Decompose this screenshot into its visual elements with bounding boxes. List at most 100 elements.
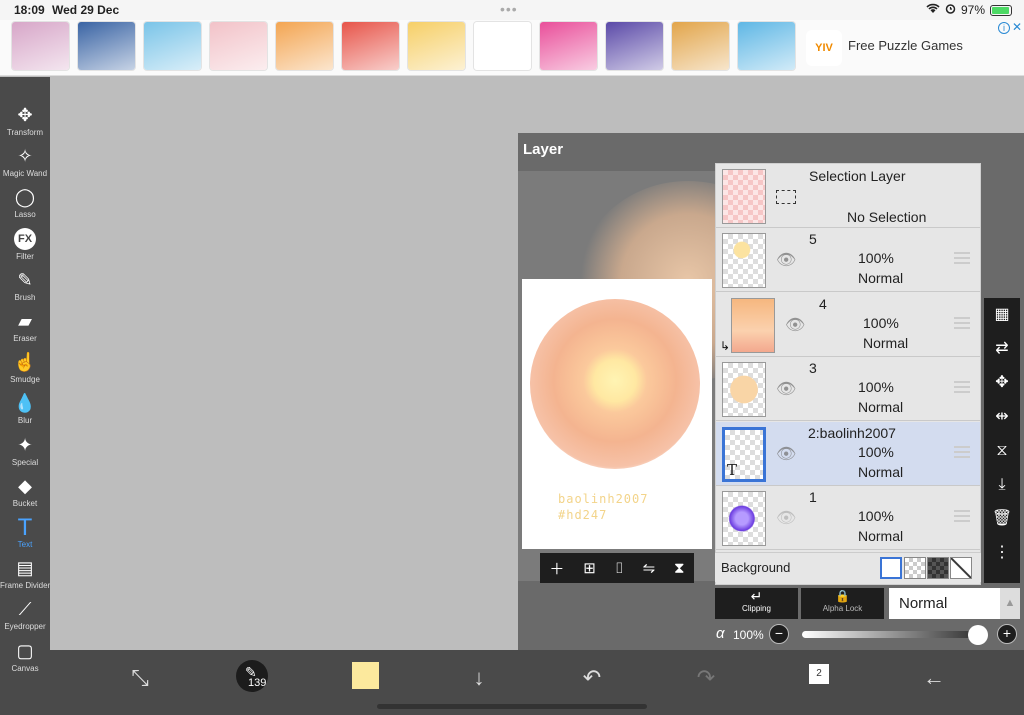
alpha-increase-button[interactable]: + <box>997 624 1017 644</box>
merge-down-icon[interactable]: ⤓ <box>984 468 1020 502</box>
layer-thumbnail <box>722 233 766 288</box>
canvas-icon: ▢ <box>16 640 34 661</box>
alpha-slider[interactable] <box>802 631 977 638</box>
layers-count-button[interactable]: 2 <box>809 664 829 684</box>
tool-smudge[interactable]: ☝ Smudge <box>0 350 50 391</box>
layer-row[interactable]: 👁 3 100% Normal <box>716 357 980 421</box>
ad-thumbnail[interactable] <box>210 22 267 70</box>
ad-thumbnail[interactable] <box>78 22 135 70</box>
layer-thumbnail <box>731 297 775 353</box>
ad-thumbnail[interactable] <box>738 22 795 70</box>
layer-thumbnail: T <box>722 426 766 482</box>
ad-thumbnail-image <box>342 22 399 70</box>
bucket-icon: ◆ <box>18 475 32 496</box>
add-layer-box-icon[interactable]: ⊞ <box>583 559 596 577</box>
ad-thumbnail[interactable] <box>474 22 531 70</box>
selection-layer-row[interactable]: Selection Layer No Selection <box>716 164 980 228</box>
visibility-eye-icon[interactable]: 👁 <box>776 444 796 464</box>
tool-eraser[interactable]: ▰ Eraser <box>0 309 50 350</box>
tool-text[interactable]: T Text <box>0 514 50 556</box>
background-dark-swatch[interactable] <box>927 557 949 579</box>
ad-thumbnail-image <box>12 22 69 70</box>
tool-lasso[interactable]: ◯ Lasso <box>0 185 50 226</box>
ad-banner[interactable]: YIV Free Puzzle Games i ✕ <box>0 20 1024 76</box>
drag-handle-icon[interactable] <box>954 252 970 264</box>
alpha-slider-knob[interactable] <box>968 625 988 645</box>
move-icon: ✥ <box>17 105 33 125</box>
layer-row[interactable]: 👁 5 100% Normal <box>716 228 980 292</box>
ad-close-icon[interactable]: ✕ <box>1012 20 1022 34</box>
tool-magic-wand[interactable]: ✧ Magic Wand <box>0 144 50 185</box>
ad-thumbnail[interactable] <box>672 22 729 70</box>
layer-transfer-icon[interactable]: ⇄ <box>984 332 1020 366</box>
add-layer-icon[interactable]: ＋ <box>549 558 564 579</box>
tool-eyedropper[interactable]: ⟋ Eyedropper <box>0 597 50 638</box>
flip-layer-icon[interactable]: ⇹ <box>984 400 1020 434</box>
layer-row[interactable]: 👁 1 100% Normal <box>716 486 980 550</box>
alpha-decrease-button[interactable]: − <box>769 624 789 644</box>
visibility-eye-icon[interactable]: 👁 <box>776 508 796 528</box>
tool-brush[interactable]: ✎ Brush <box>0 268 50 309</box>
flip-vertical-icon[interactable]: ⧖ <box>984 434 1020 468</box>
background-row[interactable]: Background <box>715 552 981 582</box>
alpha-lock-label: Alpha Lock <box>822 604 863 613</box>
camera-icon[interactable]: ⌷ <box>615 560 624 577</box>
ad-thumbnail[interactable] <box>12 22 69 70</box>
tool-special[interactable]: ✦ Special <box>0 433 50 474</box>
ad-thumbnail[interactable] <box>408 22 465 70</box>
tool-label: Brush <box>14 292 36 302</box>
multitask-dots-icon[interactable]: ••• <box>500 1 518 17</box>
ad-thumbnail-image <box>672 22 729 70</box>
clipping-button[interactable]: ↵ Clipping <box>715 588 798 619</box>
home-indicator[interactable] <box>377 704 647 709</box>
ad-thumbnail[interactable] <box>276 22 333 70</box>
download-arrow-icon[interactable]: ↓ <box>461 660 497 696</box>
visibility-eye-icon[interactable]: 👁 <box>776 250 796 270</box>
ad-thumbnail[interactable] <box>144 22 201 70</box>
preview-artwork <box>530 299 700 469</box>
background-checker-swatch[interactable] <box>904 557 926 579</box>
merge-down-icon[interactable]: ⧗ <box>674 560 685 577</box>
color-swatch[interactable] <box>352 662 379 689</box>
drag-handle-icon[interactable] <box>954 510 970 522</box>
visibility-eye-icon[interactable]: 👁 <box>785 315 805 335</box>
ad-thumbnail-image <box>78 22 135 70</box>
tool-frame-divider[interactable]: ▤ Frame Divider <box>0 556 50 597</box>
redo-icon[interactable]: ↷ <box>688 660 724 696</box>
ad-brand-logo[interactable]: YIV <box>806 30 842 66</box>
selection-layer-thumbnail <box>722 169 766 224</box>
ad-thumbnail[interactable] <box>606 22 663 70</box>
transform-tool-icon[interactable]: ⤡ <box>122 660 158 696</box>
layer-row[interactable]: ↳ 👁 4 100% Normal <box>716 293 980 357</box>
undo-icon[interactable]: ↶ <box>574 660 610 696</box>
ad-title[interactable]: Free Puzzle Games <box>848 38 963 53</box>
tool-blur[interactable]: 💧 Blur <box>0 391 50 432</box>
ad-thumbnail[interactable] <box>342 22 399 70</box>
layer-row[interactable]: T 👁 2:baolinh2007 100% Normal <box>716 421 980 486</box>
checkerboard-icon[interactable]: ▦ <box>984 298 1020 332</box>
layer-list: Selection Layer No Selection 👁 5 100% Norma… <box>715 163 981 585</box>
move-layer-icon[interactable]: ✥ <box>984 366 1020 400</box>
tool-label: Eraser <box>13 334 37 343</box>
delete-layer-icon[interactable]: 🗑 <box>984 502 1020 536</box>
background-white-swatch[interactable] <box>880 557 902 579</box>
preview-signature: baolinh2007 #hd247 <box>558 491 648 523</box>
drag-handle-icon[interactable] <box>954 381 970 393</box>
tool-canvas[interactable]: ▢ Canvas <box>0 639 50 680</box>
tool-transform[interactable]: ✥ Transform <box>0 103 50 144</box>
flip-horizontal-icon[interactable]: ⇋ <box>643 559 656 577</box>
ad-thumbnail[interactable] <box>540 22 597 70</box>
tool-bucket[interactable]: ◆ Bucket <box>0 474 50 515</box>
drag-handle-icon[interactable] <box>954 316 970 329</box>
drag-handle-icon[interactable] <box>954 445 970 458</box>
back-arrow-icon[interactable]: ← <box>916 660 952 696</box>
ad-info-icon[interactable]: i <box>998 22 1010 34</box>
background-none-swatch[interactable] <box>950 557 972 579</box>
blend-mode-select[interactable]: Normal ▲ <box>889 588 1020 619</box>
layer-blend-mode: Normal <box>858 399 904 415</box>
brush-size-button[interactable]: ✎ 139 <box>236 660 268 692</box>
more-options-icon[interactable]: ⋮ <box>984 536 1020 570</box>
tool-filter[interactable]: FX Filter <box>0 227 50 268</box>
alpha-lock-button[interactable]: 🔒 Alpha Lock <box>801 588 884 619</box>
visibility-eye-icon[interactable]: 👁 <box>776 379 796 399</box>
